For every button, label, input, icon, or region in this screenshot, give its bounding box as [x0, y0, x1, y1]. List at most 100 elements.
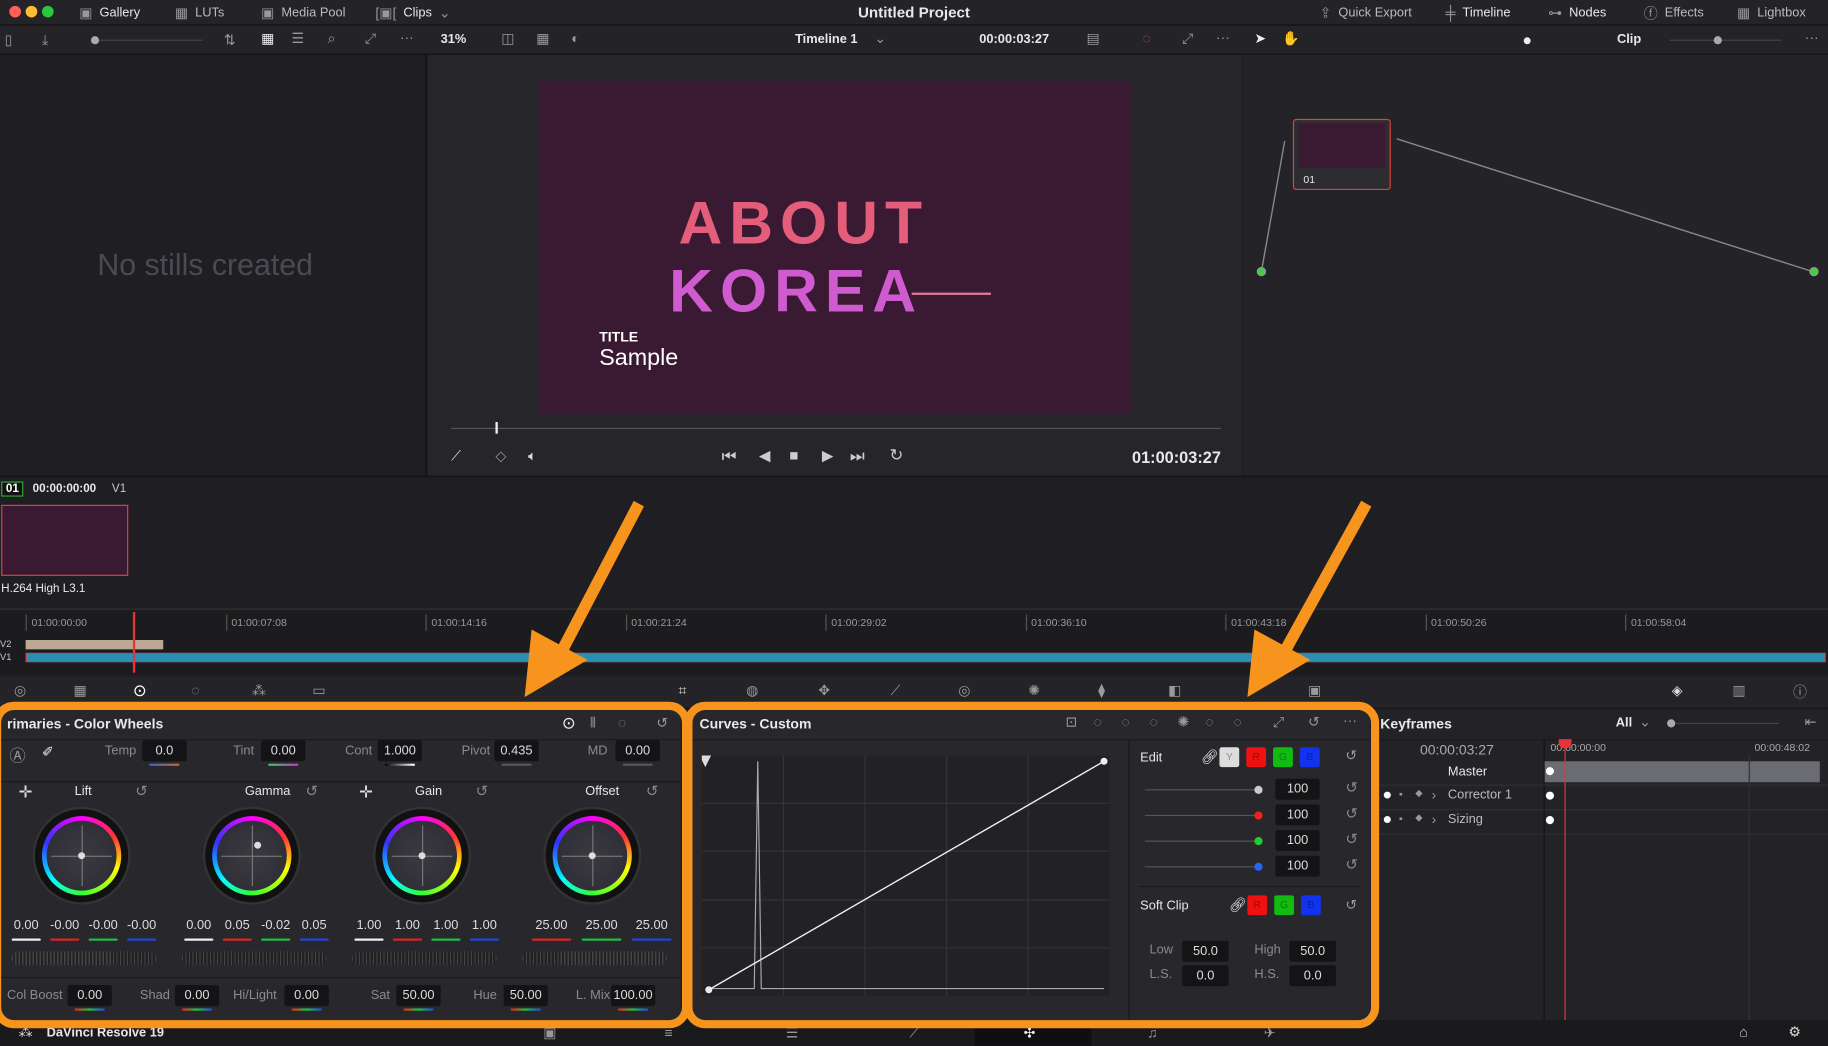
- tab-media-pool[interactable]: ▣ Media Pool: [261, 0, 345, 26]
- keyframe-dot[interactable]: [1545, 767, 1555, 776]
- skip-start-icon[interactable]: ⏮︎: [722, 447, 737, 467]
- tab-timeline[interactable]: ╪ Timeline: [1446, 0, 1511, 26]
- grid-view-icon[interactable]: ▦: [261, 30, 274, 46]
- play-icon[interactable]: ▶: [822, 447, 834, 466]
- collapse-icon[interactable]: ⇤: [1805, 713, 1817, 729]
- row-master[interactable]: Master: [1448, 765, 1487, 779]
- layers-icon[interactable]: ◇: [495, 448, 506, 464]
- camera-raw-icon[interactable]: ◎: [14, 682, 26, 698]
- search-icon[interactable]: ⌕: [328, 30, 336, 47]
- node-editor: 01: [1243, 54, 1828, 476]
- info-icon[interactable]: ⓘ: [1793, 682, 1807, 702]
- viewer-timecode[interactable]: 00:00:03:27: [979, 33, 1049, 47]
- tab-lightbox[interactable]: ▦ Lightbox: [1737, 0, 1806, 26]
- output-node[interactable]: [1809, 266, 1819, 277]
- source-input[interactable]: [1256, 266, 1267, 277]
- wipe-icon[interactable]: ◐: [571, 30, 579, 46]
- settings-icon[interactable]: ⚙: [1788, 1024, 1801, 1040]
- window-icon[interactable]: ⟋: [891, 682, 901, 699]
- hdr-icon[interactable]: ◌: [191, 682, 199, 698]
- color-warper-icon[interactable]: ◍: [746, 682, 758, 698]
- sidebar-toggle-icon[interactable]: ▯: [5, 31, 13, 47]
- blur-icon[interactable]: ✺: [1028, 682, 1040, 698]
- expand-icon[interactable]: ⤢: [365, 30, 376, 47]
- tab-gallery[interactable]: ▣ Gallery: [79, 0, 140, 26]
- fullscreen-icon[interactable]: ⤢: [1182, 30, 1193, 47]
- tab-quick-export[interactable]: ⇪ Quick Export: [1320, 0, 1412, 26]
- scrubber[interactable]: [451, 422, 1221, 434]
- more-icon[interactable]: ···: [1216, 29, 1230, 45]
- lock-icon[interactable]: ▪: [1399, 813, 1403, 825]
- tab-luts[interactable]: ▦ LUTs: [175, 0, 224, 26]
- primaries-icon[interactable]: ⊙: [133, 681, 147, 701]
- diamond-icon[interactable]: ◆: [1415, 788, 1422, 798]
- node-mode-selector[interactable]: Clip: [1617, 33, 1641, 47]
- master-track[interactable]: [1544, 761, 1820, 783]
- clip-codec: H.264 High L3.1: [1, 582, 86, 596]
- hand-icon[interactable]: ✋: [1282, 30, 1299, 46]
- diamond-icon[interactable]: ◆: [1415, 813, 1422, 823]
- tab-clips[interactable]: [▣[Clips ⌄: [375, 0, 450, 26]
- rgb-mixer-icon[interactable]: ⁂: [252, 682, 266, 698]
- skip-end-icon[interactable]: ⏭︎: [850, 447, 865, 467]
- lock-icon[interactable]: ▪: [1399, 788, 1403, 800]
- page-dot[interactable]: [1523, 37, 1531, 45]
- tab-effects[interactable]: ⓕ Effects: [1644, 0, 1704, 26]
- keyframe-playhead[interactable]: [1558, 739, 1572, 1021]
- scopes-icon[interactable]: ▥: [1732, 682, 1745, 698]
- close-window-button[interactable]: [9, 5, 21, 18]
- timeline-selector[interactable]: Timeline 1: [795, 33, 857, 47]
- color-match-icon[interactable]: ▦: [73, 682, 86, 698]
- keyframe-dot[interactable]: [1545, 816, 1555, 825]
- keyframe-dot[interactable]: [1545, 791, 1555, 800]
- v1-clip[interactable]: [25, 652, 1826, 663]
- keyframe-zoom-slider[interactable]: [1667, 719, 1780, 728]
- node-label: 01: [1303, 173, 1316, 186]
- v2-clip[interactable]: [25, 640, 164, 650]
- minimize-window-button[interactable]: [25, 5, 38, 18]
- more-icon[interactable]: ···: [1805, 29, 1819, 45]
- list-view-icon[interactable]: ☰: [291, 30, 304, 46]
- play-reverse-icon[interactable]: ◀: [759, 447, 771, 466]
- download-icon[interactable]: ⤓: [42, 31, 48, 48]
- sizing-icon[interactable]: ◧: [1168, 682, 1181, 698]
- expand-chevron-icon[interactable]: ›: [1432, 787, 1437, 803]
- mini-timeline[interactable]: 01:00:00:00 01:00:07:08 01:00:14:16 01:00:2…: [0, 608, 1828, 674]
- clip-thumbnail[interactable]: [1, 504, 129, 576]
- thumb-size-slider[interactable]: [90, 36, 203, 45]
- qualifier-icon[interactable]: ✥: [818, 682, 830, 698]
- enable-dot[interactable]: [1383, 816, 1391, 824]
- sort-icon[interactable]: ⇅: [224, 31, 236, 47]
- hq-icon[interactable]: ▤: [1087, 30, 1100, 46]
- zoom-level[interactable]: 31%: [441, 33, 467, 47]
- keyframes-icon[interactable]: ◈: [1672, 682, 1683, 698]
- color-match-icon[interactable]: ◌: [1142, 30, 1150, 46]
- expand-chevron-icon[interactable]: ›: [1432, 811, 1437, 827]
- highlight-curves: [684, 701, 1380, 1029]
- 3d-icon[interactable]: ▣: [1308, 682, 1321, 698]
- key-icon[interactable]: ⧫: [1098, 682, 1105, 698]
- volume-icon[interactable]: 🔈︎: [528, 448, 536, 465]
- lightbox-icon: ▦: [1737, 4, 1751, 21]
- grid-icon[interactable]: ▦: [536, 30, 549, 46]
- loop-icon[interactable]: ↻: [890, 445, 904, 465]
- keyframes-filter[interactable]: All: [1616, 716, 1632, 730]
- clip-number: 01: [1, 481, 24, 497]
- row-corrector-1[interactable]: Corrector 1: [1448, 788, 1512, 802]
- node-01[interactable]: 01: [1292, 118, 1391, 191]
- enable-dot[interactable]: [1383, 791, 1391, 799]
- eyedropper-icon[interactable]: ⟋: [451, 448, 461, 465]
- pointer-icon[interactable]: ➤: [1254, 30, 1266, 46]
- row-sizing[interactable]: Sizing: [1448, 813, 1483, 827]
- playhead[interactable]: [132, 612, 136, 673]
- tab-nodes[interactable]: ⊶ Nodes: [1548, 0, 1606, 26]
- split-view-icon[interactable]: ◫: [501, 30, 514, 46]
- curves-icon[interactable]: ⌗: [678, 682, 686, 699]
- tracker-icon[interactable]: ◎: [958, 682, 970, 698]
- maximize-window-button[interactable]: [41, 5, 54, 18]
- home-icon[interactable]: ⌂: [1739, 1024, 1747, 1040]
- node-zoom-slider[interactable]: [1669, 36, 1782, 45]
- more-icon[interactable]: ···: [400, 29, 414, 45]
- motion-effects-icon[interactable]: ▭: [312, 682, 325, 698]
- stop-icon[interactable]: ■: [789, 447, 798, 464]
